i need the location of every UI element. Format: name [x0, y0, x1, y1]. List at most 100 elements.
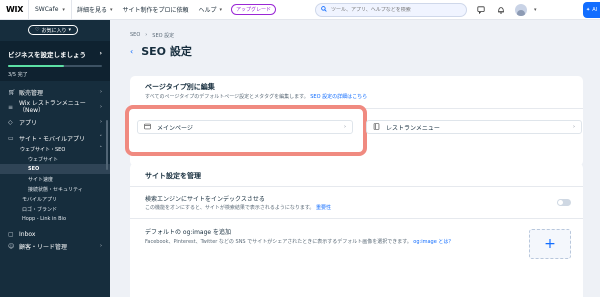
page-type-restaurant-menu[interactable]: レストランメニュー › [366, 120, 582, 134]
index-description: この機能をオンにすると、サイトが検索結果で表示されるようになります。 重要性 [145, 204, 331, 211]
setup-progress-fill [8, 65, 65, 67]
setup-panel[interactable]: ビジネスを設定しましょう › 3/5 完了 [0, 41, 110, 81]
heart-icon: ♡ [34, 27, 40, 33]
ogimage-title: デフォルトの og:image を追加 [145, 229, 232, 236]
menu-hire-pro-label: サイト制作をプロに依頼 [122, 7, 189, 14]
importance-link[interactable]: 重要性 [316, 205, 331, 211]
chevron-down-icon: ▾ [62, 6, 65, 13]
wix-logo[interactable]: WIX [6, 5, 28, 14]
sidebar-subsubitem-connection-security[interactable]: 接続状態・セキュリティ [0, 184, 110, 194]
breadcrumb-seo[interactable]: SEO [130, 32, 140, 39]
ogimage-link[interactable]: og:image とは？ [413, 239, 453, 245]
sidebar-subsubitem-site-speed[interactable]: サイト速度 [0, 174, 110, 184]
sidebar-scrollbar[interactable] [106, 120, 108, 170]
sidebar-subitem-website-seo[interactable]: ウェブサイト・SEO ˄ [0, 144, 110, 154]
breadcrumb-seo-settings: SEO 設定 [152, 33, 175, 39]
card-title: サイト設定を管理 [145, 172, 201, 180]
chevron-down-icon: ▾ [219, 6, 223, 13]
setup-progress-bar [8, 65, 102, 67]
sparkle-icon: ✦ [586, 7, 591, 13]
sidebar-item-label: Wix レストランメニュー（New） [19, 100, 86, 114]
back-arrow-icon[interactable]: ‹ [130, 47, 133, 56]
search-bar[interactable] [315, 3, 467, 17]
card-title: ページタイプ別に編集 [145, 83, 215, 91]
people-icon: ☺ [8, 242, 15, 250]
favorites-label: お気に入り [41, 27, 67, 34]
chevron-right-icon: › [100, 119, 102, 125]
sidebar-item-inbox[interactable]: ▢ Inbox [0, 228, 110, 240]
divider [130, 218, 583, 219]
setup-count: 3/5 完了 [8, 72, 28, 78]
setup-title: ビジネスを設定しましょう [8, 51, 86, 59]
sidebar-item-label: アプリ [19, 119, 38, 127]
seo-details-link[interactable]: SEO 設定の詳細はこちら [310, 94, 367, 100]
chat-icon[interactable] [474, 3, 488, 17]
sidebar-item-customers[interactable]: ☺ 顧客・リード管理 › [0, 240, 110, 252]
index-description-text: この機能をオンにすると、サイトが検索結果で表示されるようになります。 [145, 205, 315, 211]
chevron-down-icon: ˅ [99, 135, 103, 141]
card-description: すべてのページタイプのデフォルトページ設定とメタタグを編集します。 SEO 設定… [145, 93, 367, 100]
sidebar-item-restaurant-menu[interactable]: ≡ Wix レストランメニュー（New） › [0, 98, 110, 116]
menu-book-icon [373, 122, 380, 132]
site-selector[interactable]: SWCafe ▾ [29, 6, 71, 13]
divider [130, 186, 583, 187]
sidebar-item-label: 販売管理 [19, 89, 44, 97]
sidebar-subsubitem-seo[interactable]: SEO [0, 164, 110, 174]
sidebar-item-label: 顧客・リード管理 [19, 243, 68, 251]
monitor-icon: ▭ [8, 134, 14, 142]
menu-help[interactable]: ヘルプ ▾ [193, 5, 227, 15]
ai-button[interactable]: ✦ AI [583, 2, 600, 18]
menu-learn-more[interactable]: 詳細を見る ▾ [72, 5, 118, 15]
menu-hire-pro[interactable]: サイト制作をプロに依頼 [117, 5, 193, 14]
breadcrumb: SEO › SEO 設定 [130, 32, 174, 39]
search-icon [321, 6, 327, 14]
title-row: ‹ SEO 設定 [130, 43, 192, 59]
main-content: SEO › SEO 設定 ‹ SEO 設定 ページタイプ別に編集 すべてのページ… [110, 20, 600, 297]
sidebar-item-sales[interactable]: 🛒︎ 販売管理 › [0, 86, 110, 98]
cart-icon: 🛒︎ [8, 88, 16, 96]
inbox-icon: ▢ [8, 230, 14, 238]
upgrade-button[interactable]: アップグレード [231, 4, 277, 15]
top-icons: ▾ [474, 3, 537, 17]
chevron-right-icon: › [100, 104, 102, 110]
ai-label: AI [592, 7, 598, 13]
card-description-text: すべてのページタイプのデフォルトページ設定とメタタグを編集します。 [145, 94, 309, 100]
index-title: 検索エンジンにサイトをインデックスさせる [145, 196, 265, 203]
sidebar: ♡ お気に入り ▾ ビジネスを設定しましょう › 3/5 完了 🛒︎ 販売管理 … [0, 20, 110, 297]
favorites-button[interactable]: ♡ お気に入り ▾ [28, 25, 78, 35]
sidebar-item-apps[interactable]: ◇ アプリ › [0, 116, 110, 128]
setup-title-row: ビジネスを設定しましょう › [8, 49, 102, 59]
sidebar-item-label: サイト・モバイルアプリ [19, 135, 86, 143]
chevron-down-icon[interactable]: ▾ [534, 7, 537, 13]
chevron-up-icon: ˄ [99, 146, 103, 152]
search-input[interactable] [331, 7, 461, 13]
bell-icon[interactable] [494, 3, 508, 17]
page-type-label: レストランメニュー [386, 124, 440, 132]
ogimage-description-text: Facebook、Pinterest、Twitter などの SNS でサイトが… [145, 239, 412, 245]
sidebar-item-site-mobile[interactable]: ▭ サイト・モバイルアプリ ˅ [0, 132, 110, 144]
chevron-right-icon: › [100, 89, 102, 95]
plus-icon: + [544, 236, 556, 252]
ogimage-description: Facebook、Pinterest、Twitter などの SNS でサイトが… [145, 238, 453, 245]
add-image-button[interactable]: + [529, 229, 571, 259]
site-settings-card: サイト設定を管理 検索エンジンにサイトをインデックスさせる この機能をオンにする… [130, 163, 583, 297]
menu-learn-more-label: 詳細を見る [76, 7, 107, 14]
toggle-knob [558, 200, 563, 205]
sidebar-nav: 🛒︎ 販売管理 › ≡ Wix レストランメニュー（New） › ◇ アプリ ›… [0, 86, 110, 252]
highlight-frame [125, 105, 367, 156]
sidebar-subitem-hopp[interactable]: Hopp - Link in Bio [0, 214, 110, 224]
menu-help-label: ヘルプ [198, 7, 217, 14]
sidebar-subitem-mobile-app[interactable]: モバイルアプリ [0, 194, 110, 204]
breadcrumb-separator: › [145, 32, 148, 38]
index-toggle[interactable] [557, 199, 571, 206]
chevron-down-icon: ▾ [68, 27, 71, 33]
sidebar-item-label: Inbox [19, 230, 36, 238]
apps-icon: ◇ [8, 118, 13, 126]
chevron-down-icon: ▾ [109, 6, 113, 13]
sidebar-subsubitem-website[interactable]: ウェブサイト [0, 154, 110, 164]
avatar[interactable] [514, 3, 528, 17]
chevron-right-icon: › [573, 124, 575, 130]
page-title: SEO 設定 [141, 45, 192, 58]
sidebar-subitem-logo-brand[interactable]: ロゴ・ブランド [0, 204, 110, 214]
chevron-right-icon: › [99, 49, 102, 57]
